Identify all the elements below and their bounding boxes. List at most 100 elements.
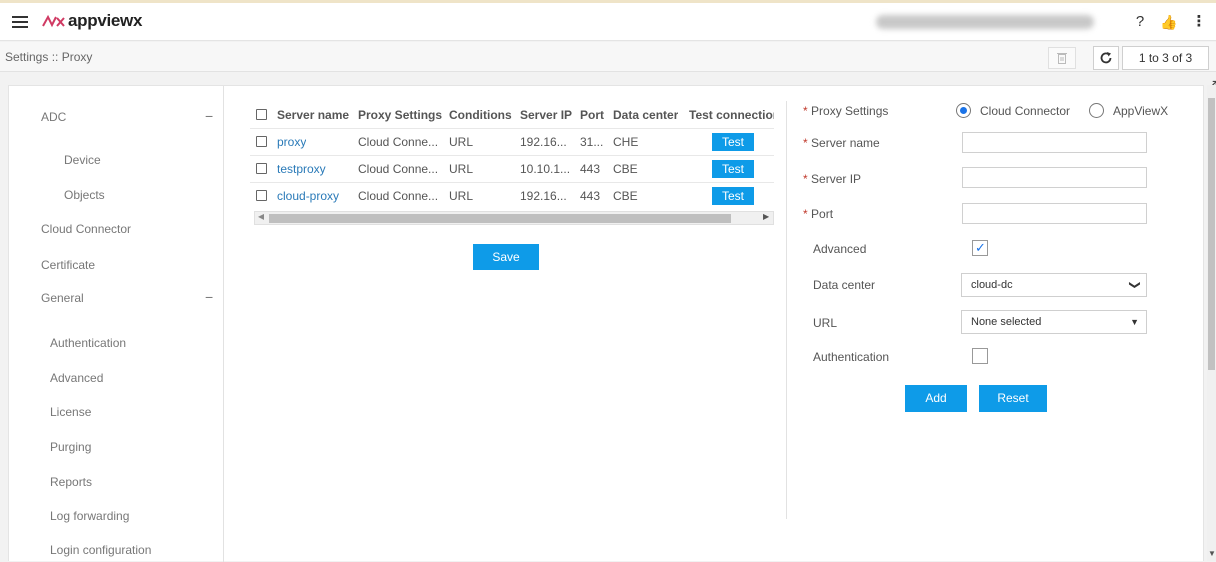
required-mark: * xyxy=(803,172,808,186)
logo-mark-icon xyxy=(42,14,65,28)
data-center-cell: CHE xyxy=(613,135,639,149)
proxy-settings-cell: Cloud Conne... xyxy=(358,162,439,176)
column-header-conditions[interactable]: Conditions xyxy=(449,108,512,122)
server-ip-input[interactable] xyxy=(962,167,1147,188)
scroll-down-arrow-icon[interactable]: ▼ xyxy=(1208,549,1216,558)
server-name-link[interactable]: proxy xyxy=(277,135,306,149)
url-select[interactable]: None selected ▼ xyxy=(961,310,1147,334)
sidebar: ADC − Device Objects Cloud Connector Cer… xyxy=(9,86,224,562)
column-header-server-ip[interactable]: Server IP xyxy=(520,108,572,122)
radio-appviewx[interactable] xyxy=(1089,103,1104,118)
test-button[interactable]: Test xyxy=(712,133,754,151)
required-mark: * xyxy=(803,136,808,150)
check-icon: ✓ xyxy=(975,240,986,255)
sidebar-item-device[interactable]: Device xyxy=(64,153,101,167)
sub-toolbar: Settings :: Proxy 1 to 3 of 3 xyxy=(0,42,1216,72)
row-checkbox[interactable] xyxy=(256,163,267,174)
sidebar-item-license[interactable]: License xyxy=(50,405,91,419)
collapse-general-icon[interactable]: − xyxy=(205,289,213,305)
refresh-icon xyxy=(1100,52,1112,64)
column-header-data-center[interactable]: Data center xyxy=(613,108,678,122)
proxy-settings-cell: Cloud Conne... xyxy=(358,189,439,203)
column-header-server-name[interactable]: Server name xyxy=(277,108,349,122)
radio-cloud-connector-label[interactable]: Cloud Connector xyxy=(980,104,1070,118)
sidebar-item-adc[interactable]: ADC xyxy=(41,110,66,124)
url-label: URL xyxy=(813,316,838,330)
logo[interactable]: appviewx xyxy=(42,11,142,31)
sidebar-item-general[interactable]: General xyxy=(41,291,84,305)
authentication-checkbox[interactable] xyxy=(972,348,988,364)
sidebar-item-login-configuration[interactable]: Login configuration xyxy=(50,543,151,557)
chevron-down-icon: ❯ xyxy=(1128,280,1141,290)
sidebar-item-advanced[interactable]: Advanced xyxy=(50,371,103,385)
caret-down-icon: ▼ xyxy=(1130,317,1139,327)
logo-text: appviewx xyxy=(68,11,143,30)
sidebar-item-reports[interactable]: Reports xyxy=(50,475,92,489)
server-name-label: * Server name xyxy=(803,136,880,150)
url-value: None selected xyxy=(971,316,1042,328)
proxy-table: Server name Proxy Settings Conditions Se… xyxy=(250,101,774,229)
column-header-port[interactable]: Port xyxy=(580,108,604,122)
conditions-cell: URL xyxy=(449,135,474,149)
hamburger-icon[interactable] xyxy=(10,12,30,32)
data-center-select[interactable]: cloud-dc ❯ xyxy=(961,273,1147,297)
blurred-timestamp xyxy=(876,15,1094,29)
sidebar-item-purging[interactable]: Purging xyxy=(50,440,91,454)
column-header-test-connection[interactable]: Test connection xyxy=(689,108,774,122)
required-mark: * xyxy=(803,104,808,118)
port-label: * Port xyxy=(803,207,834,221)
help-icon[interactable]: ? xyxy=(1131,12,1149,32)
row-checkbox[interactable] xyxy=(256,136,267,147)
data-center-cell: CBE xyxy=(613,162,638,176)
test-button[interactable]: Test xyxy=(712,187,754,205)
vertical-scrollbar-thumb[interactable] xyxy=(1208,98,1215,370)
row-divider xyxy=(250,182,774,183)
trash-icon xyxy=(1057,53,1067,64)
add-button[interactable]: Add xyxy=(905,385,967,412)
server-ip-cell: 10.10.1... xyxy=(520,162,571,176)
scroll-left-arrow-icon[interactable]: ◀ xyxy=(258,212,264,221)
server-name-input[interactable] xyxy=(962,132,1147,153)
sidebar-item-log-forwarding[interactable]: Log forwarding xyxy=(50,509,129,523)
reset-button[interactable]: Reset xyxy=(979,385,1047,412)
advanced-checkbox[interactable]: ✓ xyxy=(972,240,988,256)
required-mark: * xyxy=(803,207,808,221)
pagination-label[interactable]: 1 to 3 of 3 xyxy=(1122,46,1209,70)
scroll-right-arrow-icon[interactable]: ▶ xyxy=(763,212,769,221)
top-bar: appviewx ? 👍 ⋮ xyxy=(0,3,1216,41)
server-ip-label: * Server IP xyxy=(803,172,862,186)
port-cell: 31... xyxy=(580,135,604,149)
breadcrumb: Settings :: Proxy xyxy=(5,50,93,64)
horizontal-scrollbar[interactable]: ◀ ▶ xyxy=(254,211,774,225)
delete-button[interactable] xyxy=(1048,47,1076,69)
radio-cloud-connector[interactable] xyxy=(956,103,971,118)
save-button[interactable]: Save xyxy=(473,244,539,270)
sidebar-item-cloud-connector[interactable]: Cloud Connector xyxy=(41,222,131,236)
server-name-link[interactable]: testproxy xyxy=(277,162,326,176)
data-center-value: cloud-dc xyxy=(971,279,1013,291)
data-center-cell: CBE xyxy=(613,189,638,203)
sidebar-item-authentication[interactable]: Authentication xyxy=(50,336,126,350)
proxy-settings-cell: Cloud Conne... xyxy=(358,135,439,149)
panel-divider xyxy=(786,101,787,519)
thumbs-up-icon[interactable]: 👍 xyxy=(1160,12,1178,32)
collapse-adc-icon[interactable]: − xyxy=(205,108,213,124)
sidebar-item-certificate[interactable]: Certificate xyxy=(41,258,95,272)
data-center-label: Data center xyxy=(813,278,876,292)
test-button[interactable]: Test xyxy=(712,160,754,178)
column-header-proxy-settings[interactable]: Proxy Settings xyxy=(358,108,442,122)
proxy-settings-label: * Proxy Settings xyxy=(803,104,889,118)
refresh-button[interactable] xyxy=(1093,46,1119,70)
radio-appviewx-label[interactable]: AppViewX xyxy=(1113,104,1168,118)
row-checkbox[interactable] xyxy=(256,190,267,201)
server-name-link[interactable]: cloud-proxy xyxy=(277,189,339,203)
horizontal-scrollbar-thumb[interactable] xyxy=(269,214,731,223)
row-divider xyxy=(250,128,774,129)
authentication-label: Authentication xyxy=(813,350,890,364)
more-vertical-icon[interactable]: ⋮ xyxy=(1190,12,1208,32)
sidebar-item-objects[interactable]: Objects xyxy=(64,188,105,202)
port-input[interactable] xyxy=(962,203,1147,224)
select-all-checkbox[interactable] xyxy=(256,109,267,120)
row-divider xyxy=(250,155,774,156)
advanced-label: Advanced xyxy=(813,242,867,256)
